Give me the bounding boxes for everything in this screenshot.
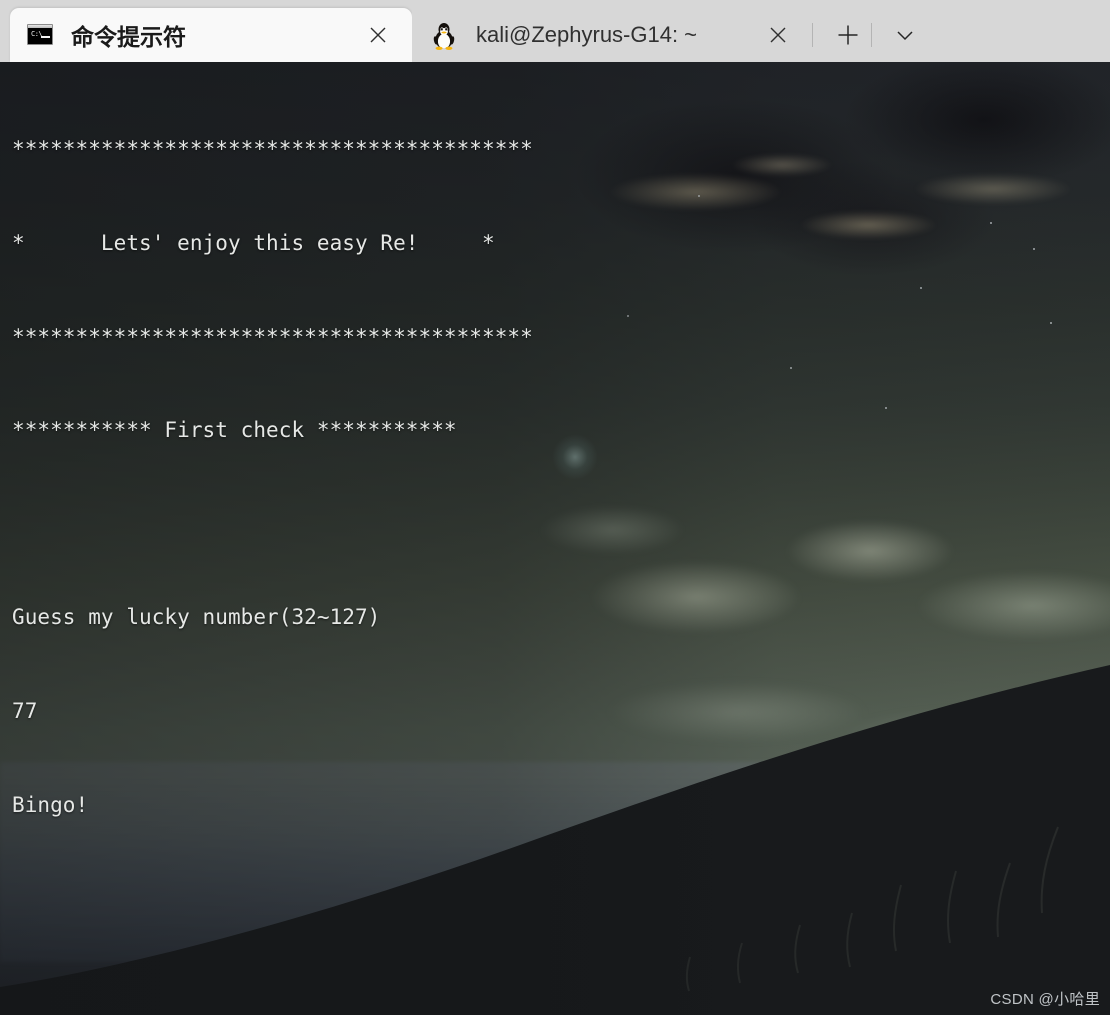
close-icon xyxy=(770,27,786,43)
tab-bar: C:\ 命令提示符 kali@Zephyrus-G14: ~ xyxy=(0,0,1110,62)
terminal-line: Guess my lucky number(32~127) xyxy=(12,605,381,630)
terminal-line: * Lets' enjoy this easy Re! * xyxy=(12,231,495,255)
tab-command-prompt[interactable]: C:\ 命令提示符 xyxy=(10,8,412,62)
plus-icon xyxy=(838,25,858,45)
csdn-watermark: CSDN @小哈里 xyxy=(990,991,1100,1008)
tab-title-command-prompt: 命令提示符 xyxy=(71,24,186,50)
tab-close-button-kali-shell[interactable] xyxy=(758,15,798,55)
terminal-line: Bingo! xyxy=(12,792,89,817)
cmd-icon-cursor xyxy=(41,36,50,38)
tab-dropdown-button[interactable] xyxy=(882,8,928,62)
terminal-line: 77 xyxy=(12,698,38,723)
cmd-console-icon: C:\ xyxy=(27,24,53,46)
close-icon xyxy=(370,27,386,43)
terminal-pane[interactable]: ****************************************… xyxy=(0,62,1110,1015)
terminal-window: C:\ 命令提示符 kali@Zephyrus-G14: ~ *********… xyxy=(0,0,1110,1015)
terminal-output: ****************************************… xyxy=(12,72,1102,1015)
terminal-line: ****************************************… xyxy=(12,137,533,162)
terminal-line: *********** First check *********** xyxy=(12,418,457,443)
new-tab-button[interactable] xyxy=(825,8,871,62)
tabbar-divider-2 xyxy=(871,23,872,47)
tab-kali-shell[interactable]: kali@Zephyrus-G14: ~ xyxy=(412,8,812,62)
tux-penguin-icon xyxy=(430,20,458,50)
terminal-line: ****************************************… xyxy=(12,324,533,349)
tab-close-button-command-prompt[interactable] xyxy=(358,15,398,55)
chevron-down-icon xyxy=(897,31,913,41)
tab-title-kali-shell: kali@Zephyrus-G14: ~ xyxy=(476,22,698,47)
tabbar-divider-1 xyxy=(812,23,813,47)
